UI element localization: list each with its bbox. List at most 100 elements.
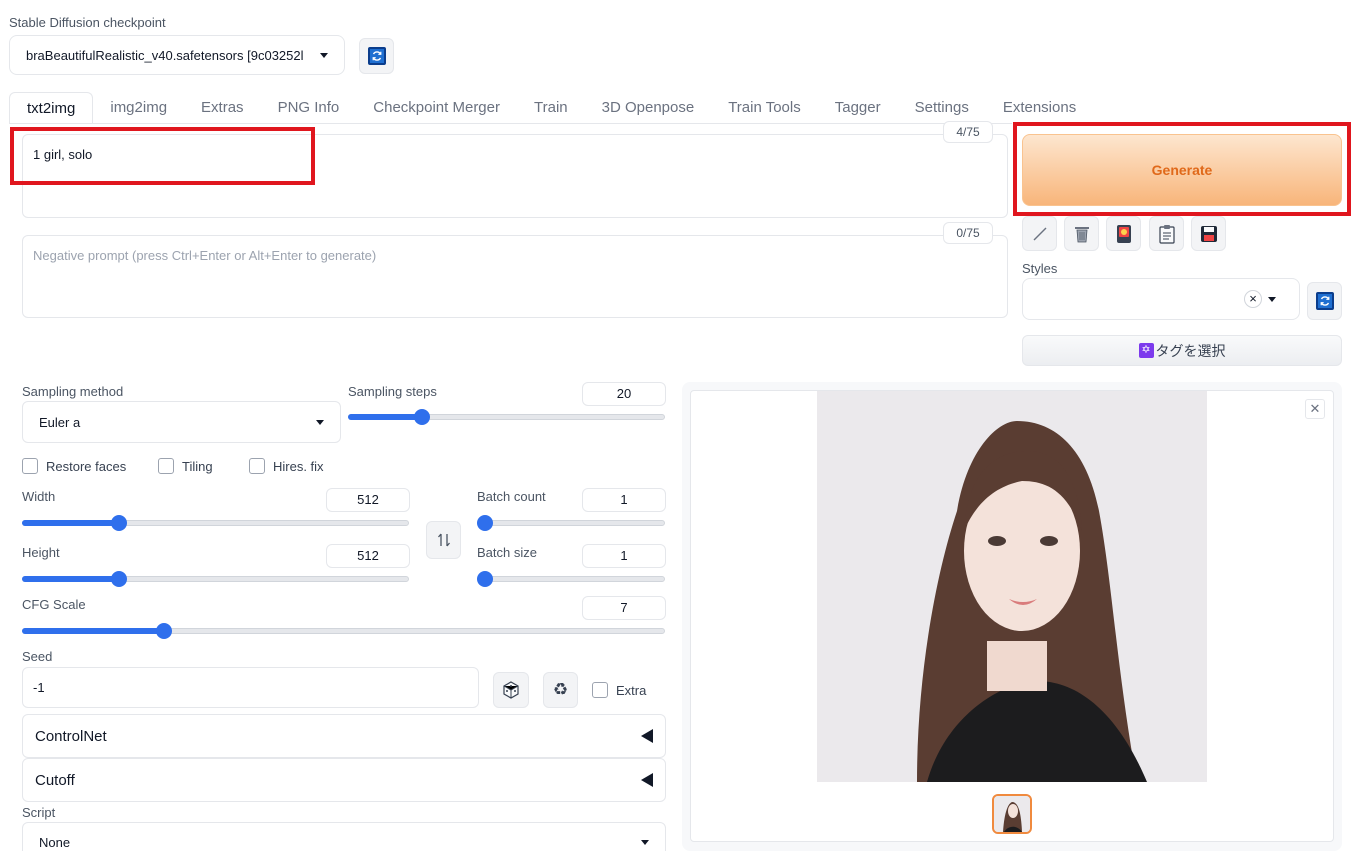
restore-faces-option[interactable]: Restore faces <box>22 458 126 474</box>
show-extra-networks-button[interactable] <box>1022 216 1057 251</box>
extra-networks-button[interactable] <box>1106 216 1141 251</box>
collapse-arrow-icon <box>641 773 653 787</box>
extra-seed-checkbox[interactable] <box>592 682 608 698</box>
tab-settings[interactable]: Settings <box>898 92 986 124</box>
tiling-checkbox[interactable] <box>158 458 174 474</box>
sampling-steps-input[interactable]: 20 <box>582 382 666 406</box>
tiling-label: Tiling <box>182 458 213 474</box>
swap-dimensions-button[interactable] <box>426 521 461 559</box>
tiling-option[interactable]: Tiling <box>158 458 213 474</box>
close-icon[interactable]: ✕ <box>1305 399 1325 419</box>
tab-checkpoint-merger[interactable]: Checkpoint Merger <box>356 92 517 124</box>
refresh-icon <box>1315 292 1334 310</box>
checkpoint-value: braBeautifulRealistic_v40.safetensors [9… <box>26 47 304 63</box>
tab-divider <box>9 123 1012 124</box>
tab-3d-openpose[interactable]: 3D Openpose <box>585 92 712 124</box>
cfg-scale-input[interactable]: 7 <box>582 596 666 620</box>
tab-train[interactable]: Train <box>517 92 585 124</box>
extra-seed-option[interactable]: Extra <box>592 682 646 698</box>
sampling-steps-label: Sampling steps <box>348 384 437 399</box>
negative-prompt-token-counter: 0/75 <box>943 222 993 244</box>
slider-thumb[interactable] <box>111 515 128 531</box>
styles-label: Styles <box>1022 261 1058 276</box>
batch-count-slider[interactable] <box>477 512 665 532</box>
height-slider[interactable] <box>22 568 409 588</box>
generate-highlight <box>1013 122 1351 216</box>
seed-label: Seed <box>22 649 53 664</box>
sampling-method-value: Euler a <box>39 414 81 430</box>
slider-thumb[interactable] <box>414 409 431 425</box>
slider-thumb[interactable] <box>477 571 493 587</box>
height-label: Height <box>22 545 60 560</box>
apply-style-button[interactable] <box>1149 216 1184 251</box>
card-icon <box>1116 224 1131 243</box>
random-seed-button[interactable] <box>493 672 529 708</box>
refresh-checkpoint-button[interactable] <box>359 38 394 74</box>
thumbnail-image <box>994 796 1030 832</box>
width-input[interactable]: 512 <box>326 488 410 512</box>
prompt-token-counter: 4/75 <box>943 121 993 143</box>
batch-size-input[interactable]: 1 <box>582 544 666 568</box>
clear-icon[interactable]: × <box>1244 290 1262 308</box>
slider-thumb[interactable] <box>156 623 173 639</box>
restore-faces-checkbox[interactable] <box>22 458 38 474</box>
tab-img2img[interactable]: img2img <box>93 92 184 124</box>
refresh-icon <box>367 47 386 65</box>
cfg-scale-label: CFG Scale <box>22 597 86 612</box>
batch-size-slider[interactable] <box>477 568 665 588</box>
tab-bar: txt2img img2img Extras PNG Info Checkpoi… <box>9 92 1093 124</box>
sampling-method-select[interactable]: Euler a <box>22 401 341 443</box>
negative-prompt-textarea[interactable]: Negative prompt (press Ctrl+Enter or Alt… <box>22 235 1008 318</box>
generated-image[interactable] <box>817 391 1207 782</box>
tab-extensions[interactable]: Extensions <box>986 92 1093 124</box>
checkpoint-label: Stable Diffusion checkpoint <box>9 15 166 30</box>
height-input[interactable]: 512 <box>326 544 410 568</box>
hires-fix-checkbox[interactable] <box>249 458 265 474</box>
seed-input[interactable]: -1 <box>22 667 479 708</box>
hires-fix-option[interactable]: Hires. fix <box>249 458 324 474</box>
controlnet-label: ControlNet <box>35 727 107 745</box>
extra-seed-label: Extra <box>616 682 647 698</box>
seed-value: -1 <box>33 680 45 695</box>
controlnet-accordion[interactable]: ControlNet <box>22 714 666 758</box>
swap-dimensions-icon <box>437 533 450 547</box>
cutoff-accordion[interactable]: Cutoff <box>22 758 666 802</box>
dice-icon <box>503 681 519 699</box>
batch-count-label: Batch count <box>477 489 546 504</box>
chevron-down-icon <box>316 419 324 425</box>
chevron-down-icon <box>1268 297 1276 302</box>
script-label: Script <box>22 805 56 820</box>
sampling-method-label: Sampling method <box>22 384 124 399</box>
clipboard-icon <box>1158 224 1175 244</box>
refresh-styles-button[interactable] <box>1307 282 1342 320</box>
checkpoint-select[interactable]: braBeautifulRealistic_v40.safetensors [9… <box>9 35 345 75</box>
cfg-scale-slider[interactable] <box>22 620 665 640</box>
cutoff-label: Cutoff <box>35 771 75 789</box>
width-slider[interactable] <box>22 512 409 532</box>
styles-select[interactable]: × <box>1022 278 1300 320</box>
collapse-arrow-icon <box>641 729 653 743</box>
chevron-down-icon <box>320 52 328 58</box>
save-style-button[interactable] <box>1191 216 1226 251</box>
tab-extras[interactable]: Extras <box>184 92 261 124</box>
tab-train-tools[interactable]: Train Tools <box>711 92 818 124</box>
tag-select-label: タグを選択 <box>1155 342 1226 359</box>
reuse-seed-button[interactable]: ♻ <box>543 672 578 708</box>
slider-thumb[interactable] <box>111 571 128 587</box>
slider-thumb[interactable] <box>477 515 493 531</box>
recycle-icon: ♻ <box>552 680 569 699</box>
floppy-disk-icon <box>1200 225 1217 242</box>
tag-select-button[interactable]: ✡ タグを選択 <box>1022 335 1342 366</box>
star-of-david-icon: ✡ <box>1138 343 1154 358</box>
clear-prompt-button[interactable] <box>1064 216 1099 251</box>
tab-png-info[interactable]: PNG Info <box>261 92 357 124</box>
tab-tagger[interactable]: Tagger <box>818 92 898 124</box>
prompt-highlight <box>10 127 315 185</box>
sampling-steps-slider[interactable] <box>348 406 665 426</box>
gallery-thumbnail[interactable] <box>992 794 1032 834</box>
pencil-icon <box>1033 227 1046 240</box>
trash-icon <box>1074 226 1089 242</box>
batch-count-input[interactable]: 1 <box>582 488 666 512</box>
tab-txt2img[interactable]: txt2img <box>9 92 94 124</box>
script-select[interactable]: None <box>22 822 666 851</box>
